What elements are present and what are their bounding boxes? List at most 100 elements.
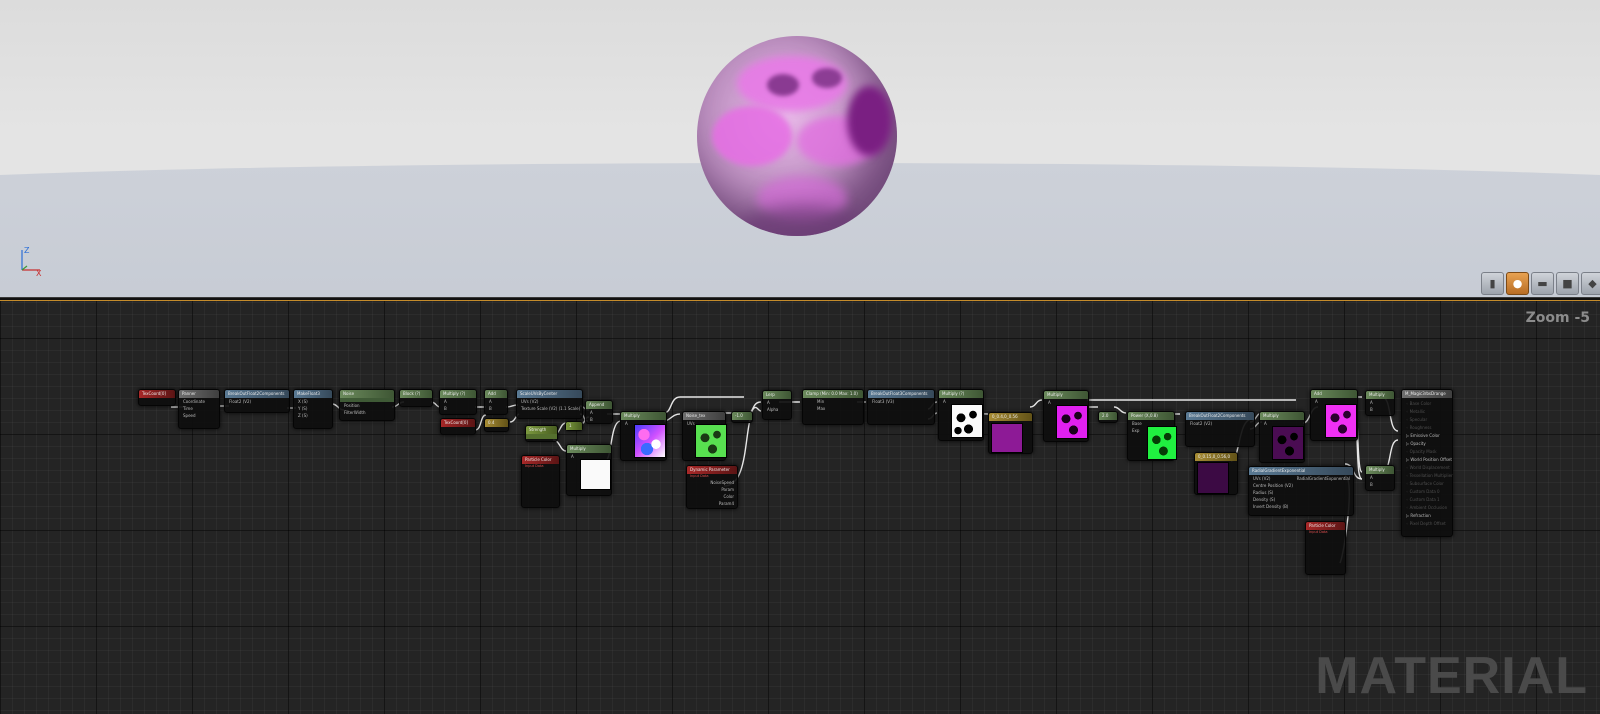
texcoord-node-1[interactable]: TexCoord[0]: [138, 389, 176, 406]
output-pin-opacity[interactable]: ▷ Opacity: [1402, 440, 1452, 448]
output-pin-roughness[interactable]: ◦ Roughness: [1402, 424, 1452, 432]
particle-color-node-2[interactable]: Particle Color Input Data: [1305, 521, 1346, 575]
output-pin-opacity-mask[interactable]: ◦ Opacity Mask: [1402, 448, 1452, 456]
node-title: Power (X,0.8): [1128, 412, 1174, 420]
output-pin-subsurface-color[interactable]: ◦ Subsurface Color: [1402, 480, 1452, 488]
pin-speed[interactable]: Speed: [179, 412, 219, 419]
constant-node-neg1[interactable]: -1.0: [731, 411, 753, 423]
zoom-indicator: Zoom -5: [1525, 310, 1590, 326]
output-pin-custom-data-1[interactable]: ◦ Custom Data 1: [1402, 496, 1452, 504]
block-node[interactable]: Block (?): [399, 389, 433, 407]
pin-alpha[interactable]: Alpha: [763, 406, 791, 413]
pin-time[interactable]: Time: [179, 405, 219, 412]
pin-b[interactable]: B: [586, 416, 612, 423]
color-constant-node-purple-2[interactable]: 0_0.15,0_0.56,0: [1194, 452, 1238, 495]
output-pin-emissive-color[interactable]: ▷ Emissive Color: [1402, 432, 1452, 440]
output-pin-custom-data-0[interactable]: ◦ Custom Data 0: [1402, 488, 1452, 496]
preview-viewport[interactable]: Z X ▮ ● ▬ ■ ◆: [0, 0, 1600, 297]
pin-b[interactable]: B: [485, 405, 507, 412]
particle-color-node-1[interactable]: Particle Color Input Data: [521, 455, 560, 508]
pin-param[interactable]: Param: [687, 486, 737, 493]
multiply-node-2[interactable]: Multiply A: [566, 444, 612, 496]
multiply-node-8[interactable]: Multiply A B: [1365, 465, 1395, 491]
noise-node[interactable]: Noise Position FilterWidth: [339, 389, 395, 421]
make-float3-node[interactable]: MakeFloat3 X (S) Y (S) Z (S): [293, 389, 333, 429]
output-pin-tessellation-multiplier[interactable]: ◦ Tessellation Multiplier: [1402, 472, 1453, 480]
pin-x[interactable]: X (S): [294, 398, 332, 405]
constant-node-1[interactable]: 1: [565, 421, 583, 431]
append-node[interactable]: Append A B: [585, 400, 613, 424]
strength-param-node[interactable]: Strength: [525, 425, 558, 442]
panner-node[interactable]: Panner Coordinate Time Speed: [178, 389, 220, 429]
plane-preview-button[interactable]: ▬: [1531, 272, 1554, 295]
pin-centre-position[interactable]: Centre Position (V2): [1249, 482, 1353, 489]
pin-param4[interactable]: Param4: [687, 500, 737, 507]
texcoord-node-2[interactable]: TexCoord[0]: [440, 418, 476, 435]
breakout-float3-node[interactable]: BreakOutFloat3Components Float3 (V3): [867, 389, 935, 425]
material-output-node[interactable]: M_Magic3rbsDrange ◦ Base Color ◦ Metallic…: [1401, 389, 1453, 537]
color-constant-node-purple-1[interactable]: 0_0.4,0_0.56: [988, 412, 1033, 454]
output-pin-base-color[interactable]: ◦ Base Color: [1402, 400, 1452, 408]
custom-mesh-preview-button[interactable]: ◆: [1581, 272, 1600, 295]
material-graph-canvas[interactable]: Zoom -5 MATERIAL TexCoord[0] Panner Coor…: [0, 301, 1600, 714]
pin-max[interactable]: Max: [803, 405, 863, 412]
output-pin-pixel-depth-offset[interactable]: ◦ Pixel Depth Offset: [1402, 520, 1452, 528]
constant-node-04[interactable]: 0.4: [484, 418, 509, 432]
pin-a[interactable]: A: [586, 409, 612, 416]
clamp-node[interactable]: Clamp (Min: 0.0 Max: 1.0) Min Max: [802, 389, 864, 425]
pin-float2[interactable]: Float2 (V2): [225, 398, 289, 405]
multiply-node-7[interactable]: Multiply A B: [1365, 390, 1395, 416]
multiply-node-4[interactable]: Multiply (?) A: [938, 389, 984, 441]
pin-b[interactable]: B: [1366, 481, 1394, 488]
breakout-float2-node-b[interactable]: BreakOutFloat2Components Float2 (V2): [1185, 411, 1255, 447]
add-node-2[interactable]: Add A: [1310, 389, 1358, 441]
constant-node-2[interactable]: 2.0: [1098, 411, 1118, 423]
node-title: Multiply: [621, 412, 666, 420]
pin-uvs[interactable]: UVs (V2) RadialGradientExponential: [1249, 475, 1353, 482]
pin-a[interactable]: A: [1366, 399, 1394, 406]
lerp-node[interactable]: Lerp A Alpha: [762, 390, 792, 420]
dynamic-parameter-node[interactable]: Dynamic Parameter Input Data NoiseSpeed …: [686, 465, 738, 509]
output-pin-specular[interactable]: ◦ Specular: [1402, 416, 1452, 424]
radial-gradient-exponential-node[interactable]: RadialGradientExponential UVs (V2) Radial…: [1248, 466, 1354, 516]
pin-invert-density[interactable]: Invert Density (B): [1249, 503, 1353, 510]
output-pin-metallic[interactable]: ◦ Metallic: [1402, 408, 1452, 416]
node-title: Multiply: [1044, 391, 1088, 399]
pin-radius[interactable]: Radius (S): [1249, 489, 1353, 496]
pin-density[interactable]: Density (S): [1249, 496, 1353, 503]
pin-coordinate[interactable]: Coordinate: [179, 398, 219, 405]
multiply-node-3[interactable]: Multiply A: [620, 411, 667, 461]
multiply-node-6[interactable]: Multiply A: [1259, 411, 1305, 463]
breakout-float2-node-a[interactable]: BreakOutFloat2Components Float2 (V2): [224, 389, 290, 413]
pin-color[interactable]: Color: [687, 493, 737, 500]
pin-float3[interactable]: Float3 (V3): [868, 398, 934, 405]
output-pin-world-displacement[interactable]: ◦ World Displacement: [1402, 464, 1452, 472]
pin-filterwidth[interactable]: FilterWidth: [340, 409, 394, 416]
multiply-node-5[interactable]: Multiply A: [1043, 390, 1089, 442]
pin-uvs[interactable]: UVs (V2): [517, 398, 582, 405]
pin-position[interactable]: Position: [340, 402, 394, 409]
noise-texture-node[interactable]: Noise_tex UVs: [682, 411, 727, 461]
output-pin-refraction[interactable]: ▷ Refraction: [1402, 512, 1452, 520]
add-node-1[interactable]: Add A B: [484, 389, 508, 415]
output-pin-ambient-occlusion[interactable]: ◦ Ambient Occlusion: [1402, 504, 1452, 512]
pin-b[interactable]: B: [1366, 406, 1394, 413]
output-pin-world-position-offset[interactable]: ▷ World Position Offset: [1402, 456, 1452, 464]
pin-a[interactable]: A: [763, 399, 791, 406]
power-node[interactable]: Power (X,0.8) Base Exp: [1127, 411, 1177, 461]
scale-uvs-by-center-node[interactable]: ScaleUVsByCenter UVs (V2) Texture Scale …: [516, 389, 583, 419]
cylinder-preview-button[interactable]: ▮: [1481, 272, 1504, 295]
pin-z[interactable]: Z (S): [294, 412, 332, 419]
cube-preview-button[interactable]: ■: [1556, 272, 1579, 295]
pin-texture-scale[interactable]: Texture Scale (V2) (1.1 Scale): [517, 405, 582, 412]
pin-y[interactable]: Y (S): [294, 405, 332, 412]
pin-a[interactable]: A: [1366, 474, 1394, 481]
pin-noisespeed[interactable]: NoiseSpeed: [687, 479, 737, 486]
multiply-node-1[interactable]: Multiply (?) A B: [439, 389, 477, 415]
pin-b[interactable]: B: [440, 405, 476, 412]
pin-min[interactable]: Min: [803, 398, 863, 405]
pin-a[interactable]: A: [440, 398, 476, 405]
pin-a[interactable]: A: [485, 398, 507, 405]
pin-float2[interactable]: Float2 (V2): [1186, 420, 1254, 427]
sphere-preview-button[interactable]: ●: [1506, 272, 1529, 295]
